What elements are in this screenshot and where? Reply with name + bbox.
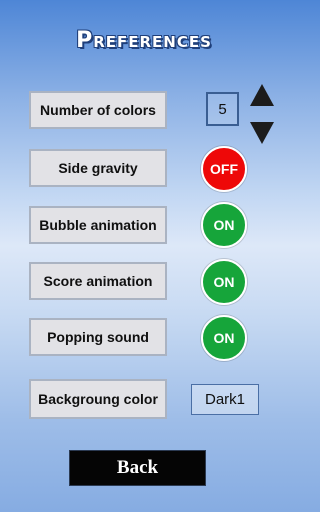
- side-gravity-label: Side gravity: [29, 149, 167, 187]
- background-color-selector[interactable]: Dark1: [191, 384, 259, 415]
- bubble-animation-toggle[interactable]: ON: [201, 202, 247, 248]
- bubble-animation-label: Bubble animation: [29, 206, 167, 244]
- number-of-colors-value: 5: [206, 92, 239, 126]
- side-gravity-toggle[interactable]: OFF: [201, 146, 247, 192]
- page-title: Preferences: [76, 28, 212, 53]
- back-button[interactable]: Back: [69, 450, 206, 486]
- number-of-colors-label: Number of colors: [29, 91, 167, 129]
- triangle-down-icon[interactable]: [249, 121, 275, 145]
- popping-sound-toggle[interactable]: ON: [201, 315, 247, 361]
- popping-sound-label: Popping sound: [29, 318, 167, 356]
- triangle-up-icon[interactable]: [249, 83, 275, 107]
- score-animation-label: Score animation: [29, 262, 167, 300]
- score-animation-toggle[interactable]: ON: [201, 259, 247, 305]
- background-color-label: Backgroung color: [29, 379, 167, 419]
